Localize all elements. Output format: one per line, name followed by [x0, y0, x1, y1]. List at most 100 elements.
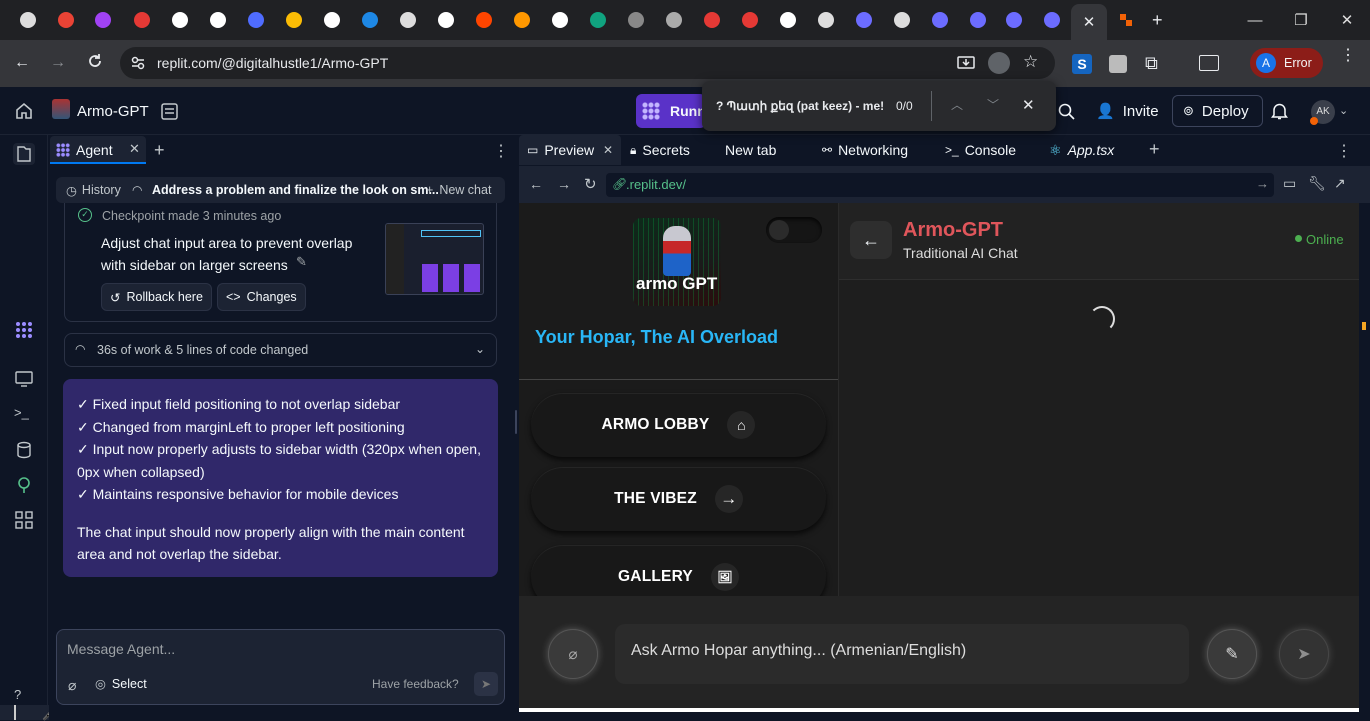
nav-the-vibez[interactable]: THE VIBEZ → [531, 467, 826, 531]
extension-icon[interactable] [1109, 55, 1127, 73]
chat-input[interactable]: Ask Armo Hopar anything... (Armenian/Eng… [615, 624, 1189, 684]
new-chat-button[interactable]: + New chat [426, 178, 491, 202]
browser-tab[interactable] [738, 8, 762, 32]
tab-console[interactable]: >_ Console [937, 135, 1016, 165]
deploy-button[interactable]: ⊚ Deploy [1172, 95, 1263, 127]
browser-tab[interactable] [396, 8, 420, 32]
send-button[interactable]: ➤ [474, 672, 498, 696]
back-icon[interactable]: ← [529, 176, 543, 192]
browser-tab[interactable] [928, 8, 952, 32]
browser-tab[interactable] [852, 8, 876, 32]
agent-rail-icon[interactable] [14, 320, 34, 340]
work-summary-row[interactable]: ◠ 36s of work & 5 lines of code changed … [64, 333, 497, 367]
find-in-page-icon[interactable] [988, 52, 1010, 74]
reload-icon[interactable]: ↻ [584, 175, 597, 193]
nav-armo-lobby[interactable]: ARMO LOBBY ⌂ [531, 393, 826, 457]
minimize-icon[interactable]: — [1232, 0, 1278, 40]
pane-menu-icon[interactable]: ⋮ [1336, 141, 1352, 161]
browser-tab[interactable] [662, 8, 686, 32]
browser-tab[interactable] [548, 8, 572, 32]
site-settings-icon[interactable] [130, 55, 146, 71]
browser-tab[interactable] [54, 8, 78, 32]
all-tools-icon[interactable] [14, 510, 34, 530]
add-tab-icon[interactable]: + [1149, 139, 1160, 160]
attach-button[interactable]: ⌀ [548, 629, 598, 679]
nav-gallery[interactable]: GALLERY 🖼︎ [531, 545, 826, 596]
tab-networking[interactable]: ⚯ Networking [814, 135, 908, 165]
pane-resize-handle[interactable] [515, 410, 517, 434]
send-message-button[interactable]: ➤ [1279, 629, 1329, 679]
close-tab-icon[interactable]: ✕ [603, 143, 613, 157]
install-app-icon[interactable] [957, 54, 975, 72]
restore-icon[interactable]: ❐ [1278, 0, 1324, 40]
forward-icon[interactable]: → [50, 54, 66, 72]
changes-button[interactable]: <> Changes [217, 283, 306, 311]
history-button[interactable]: ◷ History [58, 178, 126, 202]
bolt-tab-icon[interactable] [1116, 10, 1136, 30]
extension-s-icon[interactable]: S [1072, 54, 1092, 74]
find-previous-icon[interactable]: ︿ [951, 96, 963, 113]
add-tab-icon[interactable]: + [154, 140, 165, 161]
preview-url-bar[interactable]: 🔗︎ .replit.dev/ → [606, 173, 1274, 197]
find-close-icon[interactable]: ✕ [1022, 96, 1035, 114]
browser-tab[interactable] [1040, 8, 1064, 32]
browser-tab[interactable] [776, 8, 800, 32]
run-button[interactable]: Runn [636, 94, 706, 128]
forward-icon[interactable]: → [557, 176, 571, 192]
database-icon[interactable] [14, 440, 34, 460]
omnibox[interactable]: replit.com/@digitalhustle1/Armo-GPT ☆ [120, 47, 1055, 79]
message-input[interactable]: Message Agent... [67, 641, 175, 657]
invite-button[interactable]: 👤 Invite [1088, 95, 1167, 127]
magic-wand-button[interactable]: ✎ [1207, 629, 1257, 679]
browser-tab[interactable] [130, 8, 154, 32]
browser-tab[interactable] [700, 8, 724, 32]
devices-icon[interactable]: ▭ [1283, 175, 1296, 192]
browser-tab[interactable] [472, 8, 496, 32]
attach-icon[interactable]: ⌀ [68, 677, 76, 694]
select-button[interactable]: ◎ Select [95, 676, 147, 692]
home-icon[interactable] [15, 102, 33, 120]
tab-agent[interactable]: Agent ✕ [50, 136, 146, 164]
browser-tab[interactable] [434, 8, 458, 32]
deployments-icon[interactable] [14, 475, 34, 495]
browser-tab[interactable] [586, 8, 610, 32]
theme-toggle[interactable] [766, 217, 822, 243]
help-icon[interactable]: ? [14, 687, 34, 707]
browser-tab[interactable] [168, 8, 192, 32]
profile-error-button[interactable]: A Error [1250, 48, 1323, 78]
drag-handle[interactable] [14, 705, 16, 720]
edit-pencil-icon[interactable]: ✎ [296, 254, 307, 270]
active-browser-tab[interactable]: ✕ [1071, 4, 1107, 40]
puzzle-icon[interactable]: ⧉ [1145, 53, 1158, 74]
chevron-down-icon[interactable]: ⌄ [1339, 104, 1348, 117]
pane-menu-icon[interactable]: ⋮ [493, 141, 509, 161]
thread-title[interactable]: Address a problem and finalize the look … [152, 183, 439, 197]
files-icon[interactable] [13, 143, 35, 165]
go-arrow-icon[interactable]: → [1256, 176, 1269, 191]
bell-icon[interactable] [1271, 102, 1288, 120]
cast-icon[interactable] [1199, 55, 1219, 71]
back-arrow-button[interactable]: ← [850, 221, 892, 259]
project-info-icon[interactable] [161, 103, 178, 120]
browser-tab[interactable] [1002, 8, 1026, 32]
new-tab-icon[interactable]: + [1152, 10, 1163, 31]
browser-tab[interactable] [966, 8, 990, 32]
browser-tab[interactable] [282, 8, 306, 32]
bookmark-star-icon[interactable]: ☆ [1023, 52, 1038, 72]
back-icon[interactable]: ← [14, 54, 30, 72]
open-external-icon[interactable]: ↗ [1334, 175, 1346, 192]
console-rail-icon[interactable]: >_ [14, 405, 34, 425]
browser-tab[interactable] [16, 8, 40, 32]
browser-tab[interactable] [206, 8, 230, 32]
browser-tab[interactable] [358, 8, 382, 32]
find-query[interactable]: ? Պատի քեզ (pat keez) - me! [716, 99, 884, 113]
close-tab-icon[interactable]: ✕ [1083, 13, 1096, 31]
browser-tab[interactable] [320, 8, 344, 32]
expand-chevron-icon[interactable]: ⌄ [475, 342, 485, 356]
close-tab-icon[interactable]: ✕ [129, 141, 140, 157]
tab-secrets[interactable]: 🔒︎ Secrets [622, 135, 690, 165]
close-window-icon[interactable]: ✕ [1324, 0, 1370, 40]
browser-tab[interactable] [244, 8, 268, 32]
preview-rail-icon[interactable] [14, 369, 34, 389]
browser-tab[interactable] [510, 8, 534, 32]
